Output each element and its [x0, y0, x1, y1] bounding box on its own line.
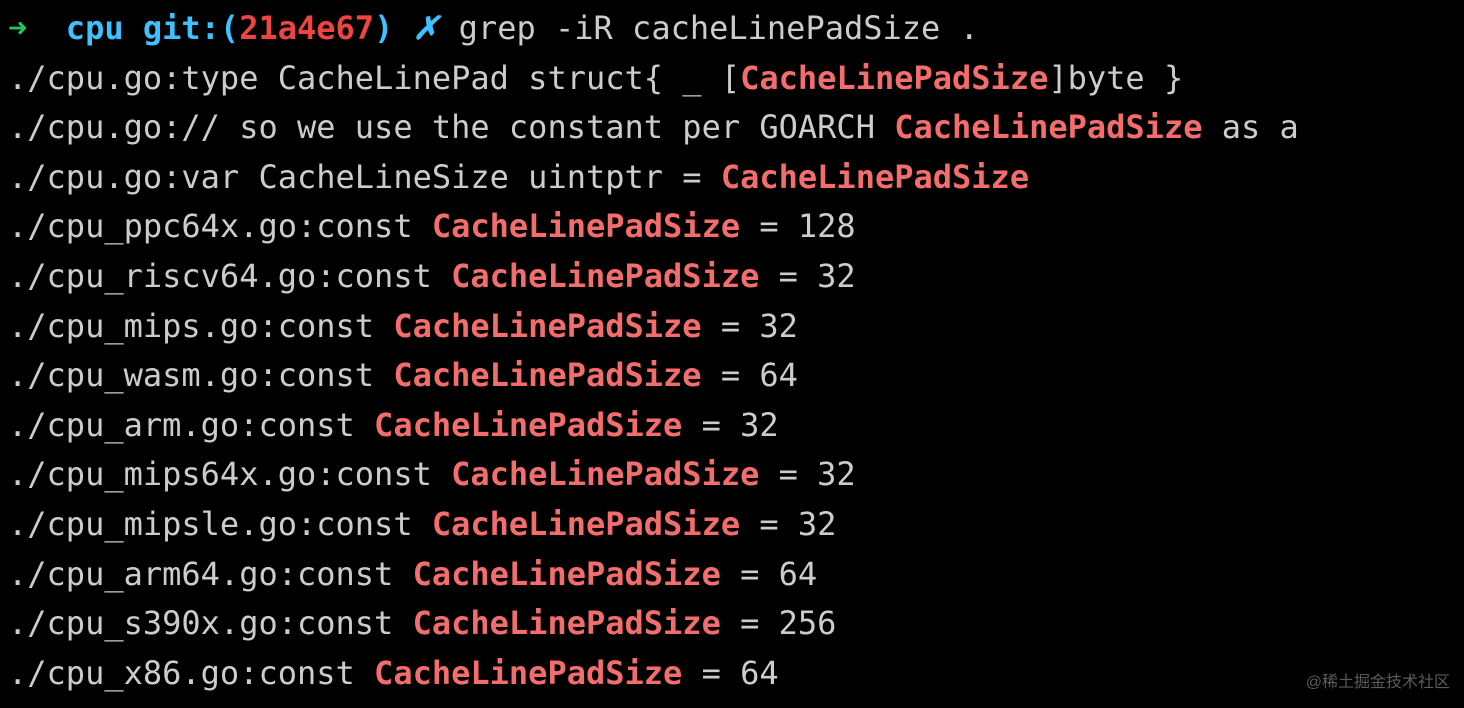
- prompt-arrow-icon: ➜: [8, 9, 27, 47]
- result-file: ./cpu_riscv64.go:: [8, 257, 336, 295]
- result-text-post: = 32: [702, 307, 798, 345]
- result-file: ./cpu_wasm.go:: [8, 356, 278, 394]
- result-file: ./cpu_arm.go:: [8, 406, 258, 444]
- watermark-text: @稀土掘金技术社区: [1306, 671, 1450, 696]
- prompt-command: grep -iR cacheLinePadSize .: [459, 9, 979, 47]
- result-text-pre: const: [278, 356, 394, 394]
- result-file: ./cpu_ppc64x.go:: [8, 207, 316, 245]
- grep-result-line: ./cpu_riscv64.go:const CacheLinePadSize …: [8, 252, 1456, 302]
- grep-result-line: ./cpu_mipsle.go:const CacheLinePadSize =…: [8, 500, 1456, 550]
- result-text-post: = 32: [682, 406, 778, 444]
- result-text-pre: type CacheLinePad struct{ _ [: [181, 59, 740, 97]
- result-text-pre: const: [278, 307, 394, 345]
- grep-result-line: ./cpu.go:var CacheLineSize uintptr = Cac…: [8, 153, 1456, 203]
- result-match: CacheLinePadSize: [374, 406, 682, 444]
- prompt-dir: cpu: [66, 9, 124, 47]
- result-match: CacheLinePadSize: [432, 207, 740, 245]
- prompt-line[interactable]: ➜ cpu git:(21a4e67) ✗ grep -iR cacheLine…: [8, 4, 1456, 54]
- grep-result-line: ./cpu.go:type CacheLinePad struct{ _ [Ca…: [8, 54, 1456, 104]
- grep-result-line: ./cpu_arm.go:const CacheLinePadSize = 32: [8, 401, 1456, 451]
- grep-result-line: ./cpu_ppc64x.go:const CacheLinePadSize =…: [8, 202, 1456, 252]
- result-text-pre: // so we use the constant per GOARCH: [181, 108, 894, 146]
- result-file: ./cpu_arm64.go:: [8, 555, 297, 593]
- result-file: ./cpu.go:: [8, 158, 181, 196]
- grep-result-line: ./cpu_wasm.go:const CacheLinePadSize = 6…: [8, 351, 1456, 401]
- result-file: ./cpu_x86.go:: [8, 654, 258, 692]
- prompt-git-hash: 21a4e67: [239, 9, 374, 47]
- result-text-pre: const: [336, 257, 452, 295]
- result-match: CacheLinePadSize: [413, 555, 721, 593]
- result-text-pre: const: [258, 654, 374, 692]
- result-file: ./cpu.go:: [8, 108, 181, 146]
- prompt-paren-open: (: [220, 9, 239, 47]
- result-file: ./cpu.go:: [8, 59, 181, 97]
- grep-result-line: ./cpu_s390x.go:const CacheLinePadSize = …: [8, 599, 1456, 649]
- result-text-post: ]byte }: [1048, 59, 1183, 97]
- prompt-paren-close: ): [374, 9, 393, 47]
- result-match: CacheLinePadSize: [432, 505, 740, 543]
- grep-result-line: ./cpu_mips.go:const CacheLinePadSize = 3…: [8, 302, 1456, 352]
- result-file: ./cpu_mipsle.go:: [8, 505, 316, 543]
- result-text-pre: const: [297, 555, 413, 593]
- grep-output: ./cpu.go:type CacheLinePad struct{ _ [Ca…: [8, 54, 1456, 699]
- grep-result-line: ./cpu_mips64x.go:const CacheLinePadSize …: [8, 450, 1456, 500]
- result-text-post: = 32: [740, 505, 836, 543]
- grep-result-line: ./cpu.go:// so we use the constant per G…: [8, 103, 1456, 153]
- result-match: CacheLinePadSize: [374, 654, 682, 692]
- result-text-post: = 64: [721, 555, 817, 593]
- result-text-post: as a: [1202, 108, 1298, 146]
- result-text-post: = 64: [682, 654, 778, 692]
- result-file: ./cpu_s390x.go:: [8, 604, 297, 642]
- result-match: CacheLinePadSize: [451, 257, 759, 295]
- result-text-post: = 128: [740, 207, 856, 245]
- result-text-pre: var CacheLineSize uintptr =: [181, 158, 720, 196]
- result-text-pre: const: [297, 604, 413, 642]
- result-match: CacheLinePadSize: [451, 455, 759, 493]
- grep-result-line: ./cpu_x86.go:const CacheLinePadSize = 64: [8, 649, 1456, 699]
- result-match: CacheLinePadSize: [740, 59, 1048, 97]
- result-file: ./cpu_mips.go:: [8, 307, 278, 345]
- result-text-post: = 32: [759, 455, 855, 493]
- prompt-dirty-icon: ✗: [413, 9, 440, 47]
- result-match: CacheLinePadSize: [894, 108, 1202, 146]
- grep-result-line: ./cpu_arm64.go:const CacheLinePadSize = …: [8, 550, 1456, 600]
- result-file: ./cpu_mips64x.go:: [8, 455, 336, 493]
- result-text-pre: const: [336, 455, 452, 493]
- result-text-pre: const: [258, 406, 374, 444]
- result-match: CacheLinePadSize: [393, 307, 701, 345]
- result-text-post: = 64: [702, 356, 798, 394]
- result-match: CacheLinePadSize: [721, 158, 1029, 196]
- result-match: CacheLinePadSize: [393, 356, 701, 394]
- result-text-post: = 256: [721, 604, 837, 642]
- result-text-post: = 32: [759, 257, 855, 295]
- prompt-git-label: git:: [143, 9, 220, 47]
- result-match: CacheLinePadSize: [413, 604, 721, 642]
- result-text-pre: const: [316, 505, 432, 543]
- result-text-pre: const: [316, 207, 432, 245]
